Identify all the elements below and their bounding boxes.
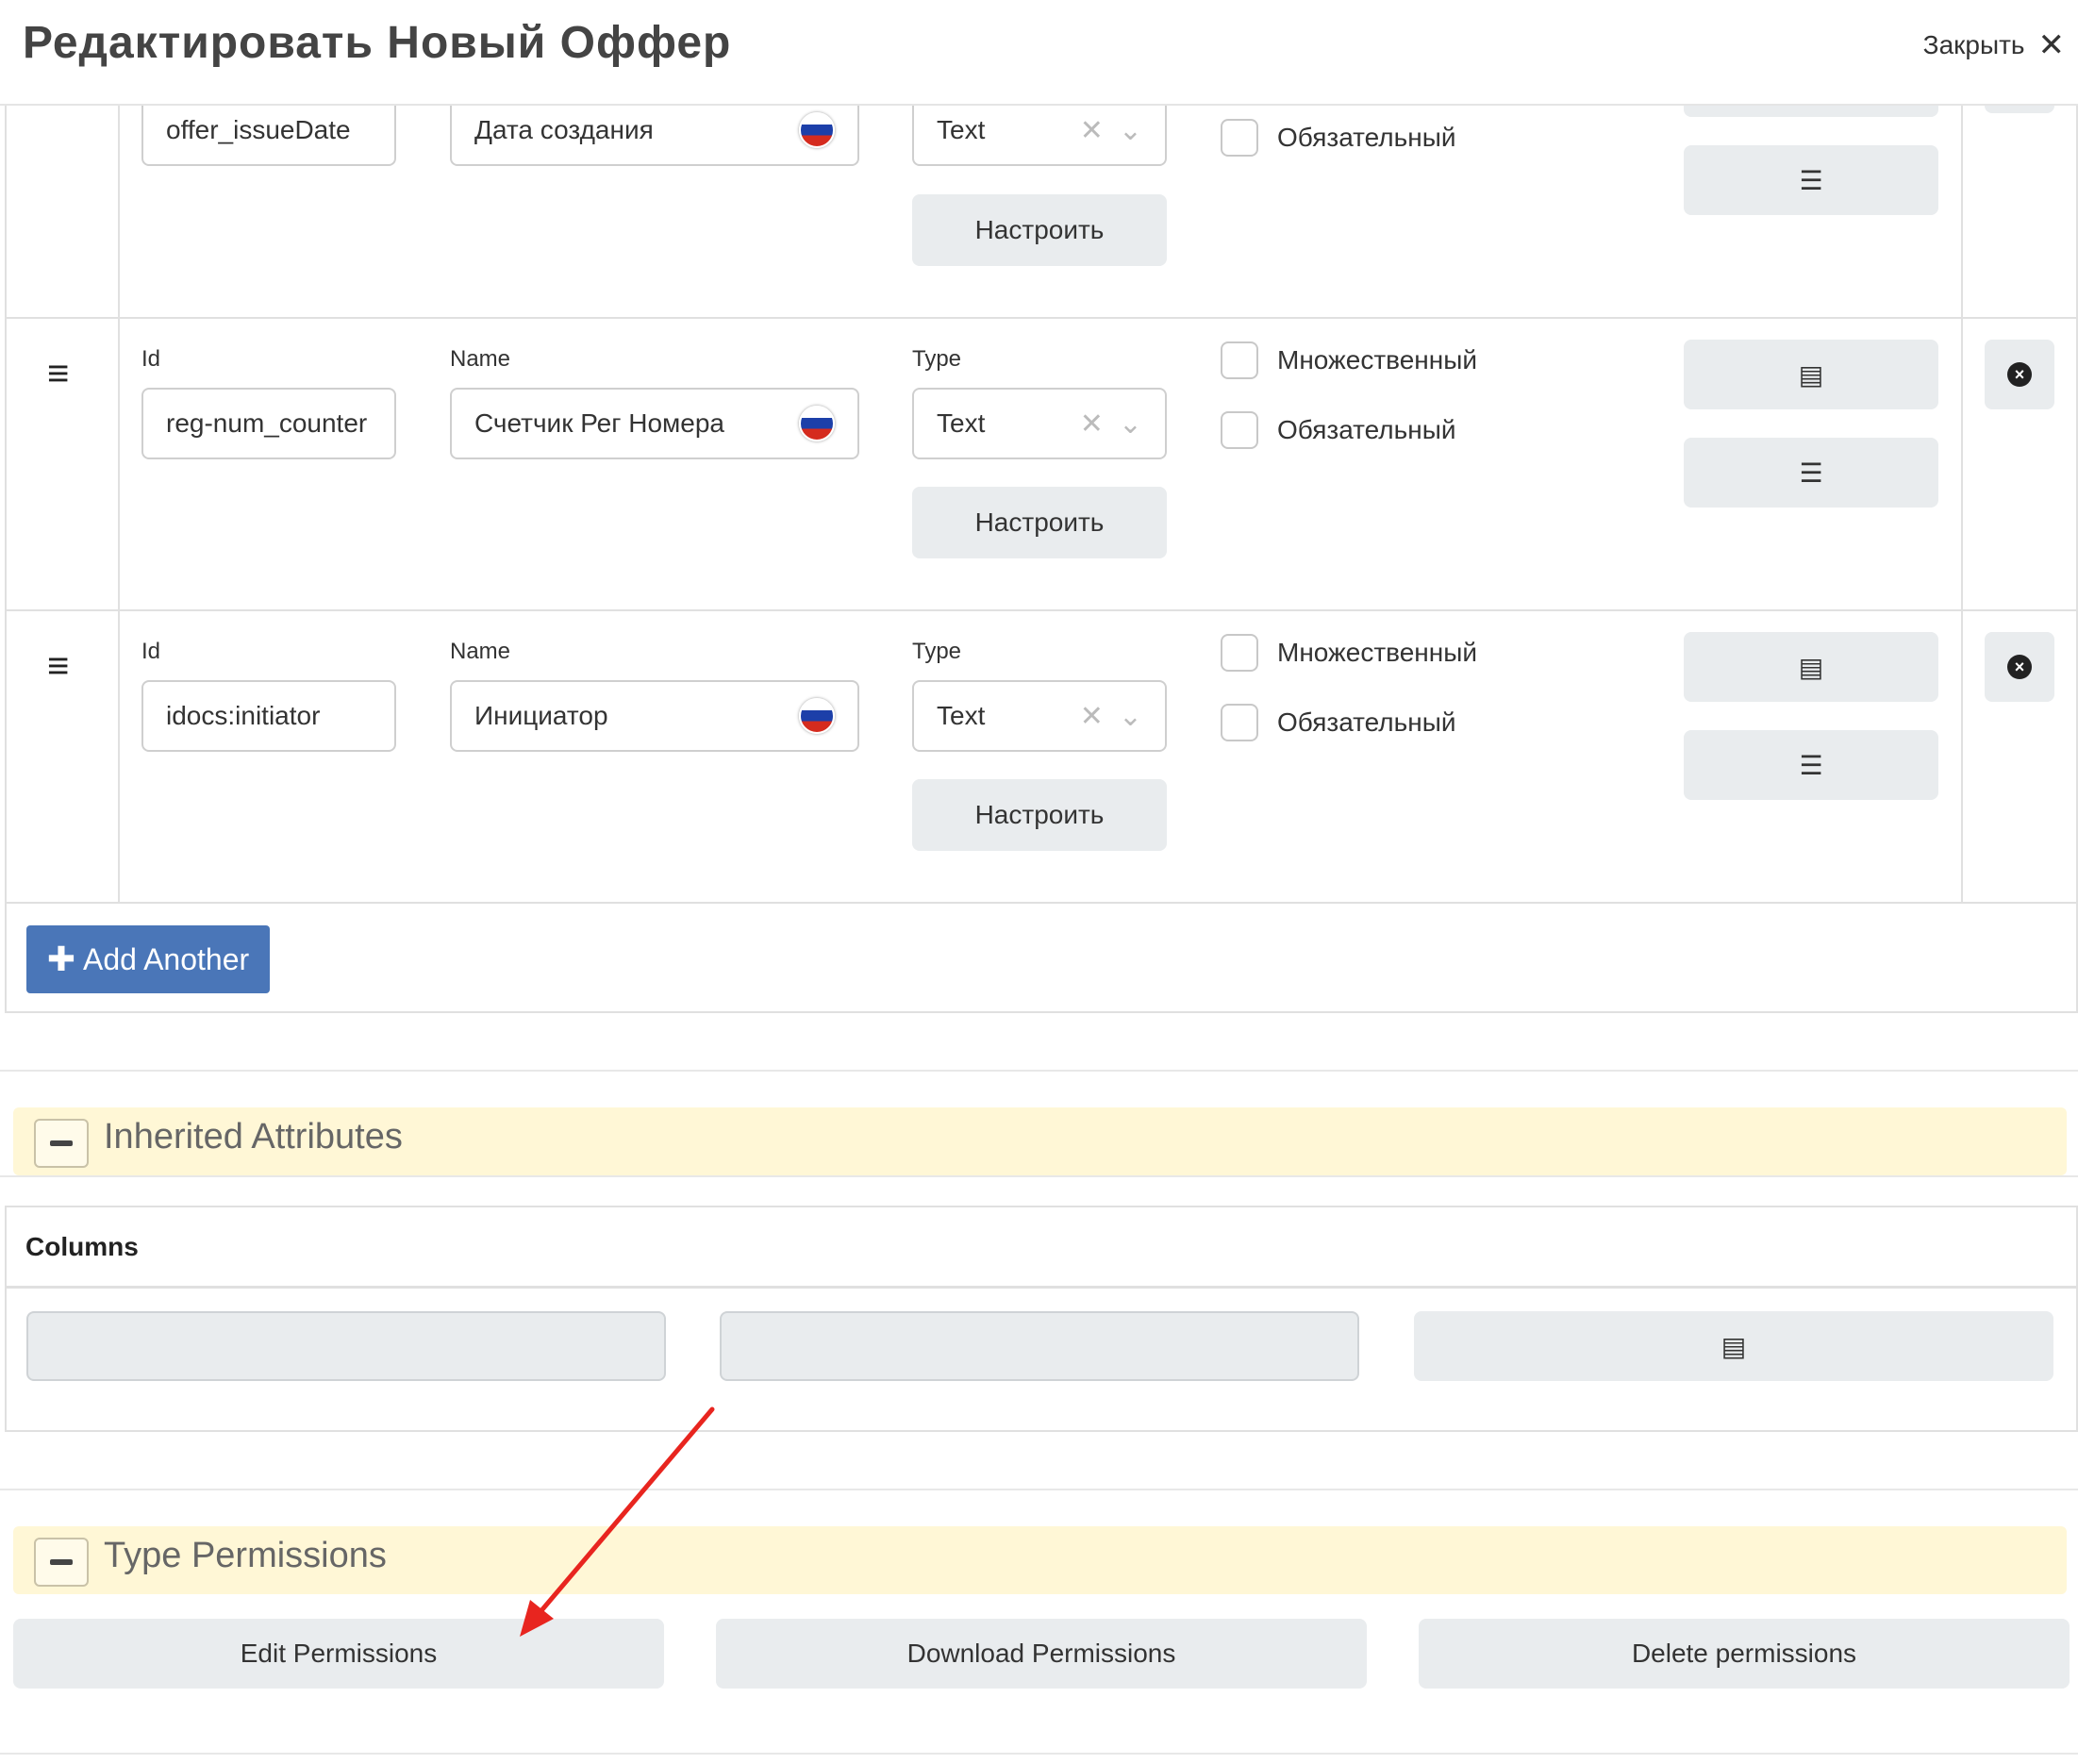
name-label: Name — [450, 346, 511, 372]
delete-permissions-button[interactable]: Delete permissions — [1419, 1619, 2070, 1689]
required-checkbox[interactable] — [1221, 119, 1258, 157]
type-permissions-section: Type Permissions — [13, 1526, 2067, 1594]
required-label: Обязательный — [1277, 707, 1456, 737]
chevron-down-icon[interactable]: ⌄ — [1119, 114, 1142, 147]
divider — [0, 1070, 2078, 1072]
russian-flag-icon[interactable] — [799, 112, 835, 148]
clear-icon[interactable]: ✕ — [1080, 408, 1104, 441]
list-icon: ☰ — [1799, 750, 1823, 780]
id-label: Id — [141, 639, 161, 664]
table-view-button[interactable]: ▤ — [1684, 632, 1938, 702]
id-label: Id — [141, 346, 161, 372]
type-select[interactable]: Text ✕ ⌄ — [912, 680, 1167, 752]
remove-icon: × — [2007, 655, 2032, 679]
list-view-button[interactable]: ☰ — [1684, 145, 1938, 215]
id-input[interactable]: reg-num_counter — [141, 388, 396, 459]
list-view-button[interactable]: ☰ — [1684, 730, 1938, 800]
close-label: Закрыть — [1922, 30, 2025, 59]
minus-icon — [50, 1559, 73, 1565]
close-button[interactable]: Закрыть ✕ — [1923, 26, 2065, 64]
name-input[interactable]: Счетчик Рег Номера — [450, 388, 859, 459]
id-input[interactable]: idocs:initiator — [141, 680, 396, 752]
name-input[interactable]: Инициатор — [450, 680, 859, 752]
plus-icon: ✚ — [46, 940, 76, 978]
collapse-button[interactable] — [34, 1119, 89, 1168]
configure-button[interactable]: Настроить — [912, 194, 1167, 266]
multiple-checkbox[interactable] — [1221, 634, 1258, 672]
download-permissions-button[interactable]: Download Permissions — [716, 1619, 1367, 1689]
section-title: Inherited Attributes — [104, 1117, 403, 1157]
table-icon: ▤ — [1798, 359, 1824, 390]
columns-title: Columns — [25, 1232, 139, 1261]
divider — [0, 1489, 2078, 1490]
column-field[interactable] — [720, 1311, 1359, 1381]
minus-icon — [50, 1140, 73, 1146]
dialog-header: Редактировать Новый Оффер Закрыть ✕ — [0, 0, 2078, 106]
column-field[interactable] — [26, 1311, 666, 1381]
clear-icon[interactable]: ✕ — [1080, 700, 1104, 733]
list-icon: ☰ — [1799, 165, 1823, 195]
required-label: Обязательный — [1277, 123, 1456, 152]
type-label: Type — [912, 639, 962, 664]
close-icon: ✕ — [2037, 27, 2066, 63]
russian-flag-icon[interactable] — [799, 698, 835, 734]
delete-row-button[interactable]: × — [1985, 340, 2054, 409]
edit-permissions-button[interactable]: Edit Permissions — [13, 1619, 664, 1689]
name-label: Name — [450, 639, 511, 664]
remove-icon: × — [2007, 362, 2032, 387]
section-title: Type Permissions — [104, 1536, 387, 1575]
multiple-checkbox[interactable] — [1221, 341, 1258, 379]
multiple-label: Множественный — [1277, 345, 1477, 374]
required-label: Обязательный — [1277, 415, 1456, 444]
configure-button[interactable]: Настроить — [912, 779, 1167, 851]
table-icon: ▤ — [1721, 1331, 1747, 1361]
drag-handle-icon[interactable]: ≡ — [47, 645, 69, 688]
dialog-title: Редактировать Новый Оффер — [23, 18, 732, 68]
chevron-down-icon[interactable]: ⌄ — [1119, 700, 1142, 733]
required-checkbox[interactable] — [1221, 704, 1258, 741]
divider — [0, 1175, 2078, 1177]
multiple-label: Множественный — [1277, 638, 1477, 667]
add-another-button[interactable]: ✚ Add Another — [26, 925, 270, 993]
table-view-button[interactable]: ▤ — [1684, 340, 1938, 409]
table-icon: ▤ — [1798, 652, 1824, 682]
list-view-button[interactable]: ☰ — [1684, 438, 1938, 508]
russian-flag-icon[interactable] — [799, 406, 835, 441]
columns-header: Columns — [5, 1206, 2078, 1289]
configure-button[interactable]: Настроить — [912, 487, 1167, 558]
type-select[interactable]: Text ✕ ⌄ — [912, 388, 1167, 459]
columns-table-button[interactable]: ▤ — [1414, 1311, 2053, 1381]
chevron-down-icon[interactable]: ⌄ — [1119, 408, 1142, 441]
collapse-button[interactable] — [34, 1538, 89, 1587]
inherited-attributes-section: Inherited Attributes — [13, 1107, 2067, 1175]
divider — [0, 1753, 2078, 1755]
list-icon: ☰ — [1799, 458, 1823, 488]
required-checkbox[interactable] — [1221, 411, 1258, 449]
drag-handle-icon[interactable]: ≡ — [47, 353, 69, 395]
type-label: Type — [912, 346, 962, 372]
delete-row-button[interactable]: × — [1985, 632, 2054, 702]
clear-icon[interactable]: ✕ — [1080, 114, 1104, 147]
